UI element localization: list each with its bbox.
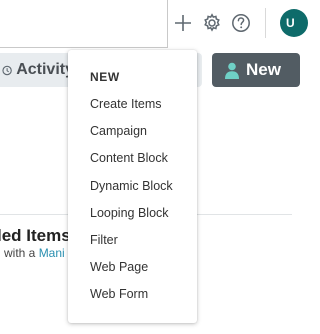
- menu-item-create-items[interactable]: Create Items: [68, 92, 197, 116]
- plus-icon: [175, 15, 191, 31]
- menu-item-web-page[interactable]: Web Page: [68, 255, 197, 279]
- toolbar-divider: [265, 8, 266, 38]
- new-button[interactable]: New: [212, 53, 300, 87]
- menu-item-looping-block[interactable]: Looping Block: [68, 201, 197, 225]
- gear-icon: [204, 13, 220, 32]
- person-icon: [225, 62, 239, 79]
- add-button[interactable]: [172, 12, 194, 34]
- menu-item-dynamic-block[interactable]: Dynamic Block: [68, 174, 197, 198]
- menu-header: NEW: [90, 70, 120, 84]
- section-subtitle: l with a Mani: [0, 246, 65, 260]
- clock-icon: [2, 65, 12, 75]
- menu-item-content-block[interactable]: Content Block: [68, 146, 197, 170]
- help-icon: [232, 14, 250, 32]
- new-dropdown-menu: NEW Create Items Campaign Content Block …: [68, 50, 197, 323]
- avatar-initial: U: [286, 16, 295, 30]
- section-subtitle-text: l with a: [0, 246, 39, 260]
- search-field[interactable]: [0, 0, 168, 48]
- help-button[interactable]: [230, 12, 252, 34]
- section-subtitle-link[interactable]: Mani: [39, 246, 65, 260]
- menu-item-filter[interactable]: Filter: [68, 228, 197, 252]
- activity-label: Activity: [16, 61, 74, 78]
- menu-item-campaign[interactable]: Campaign: [68, 119, 197, 143]
- user-avatar[interactable]: U: [280, 9, 308, 37]
- menu-item-web-form[interactable]: Web Form: [68, 282, 197, 306]
- activity-button[interactable]: Activity: [0, 53, 74, 87]
- settings-button[interactable]: [201, 12, 223, 34]
- new-label: New: [246, 60, 281, 79]
- section-title: led Items: [0, 226, 71, 245]
